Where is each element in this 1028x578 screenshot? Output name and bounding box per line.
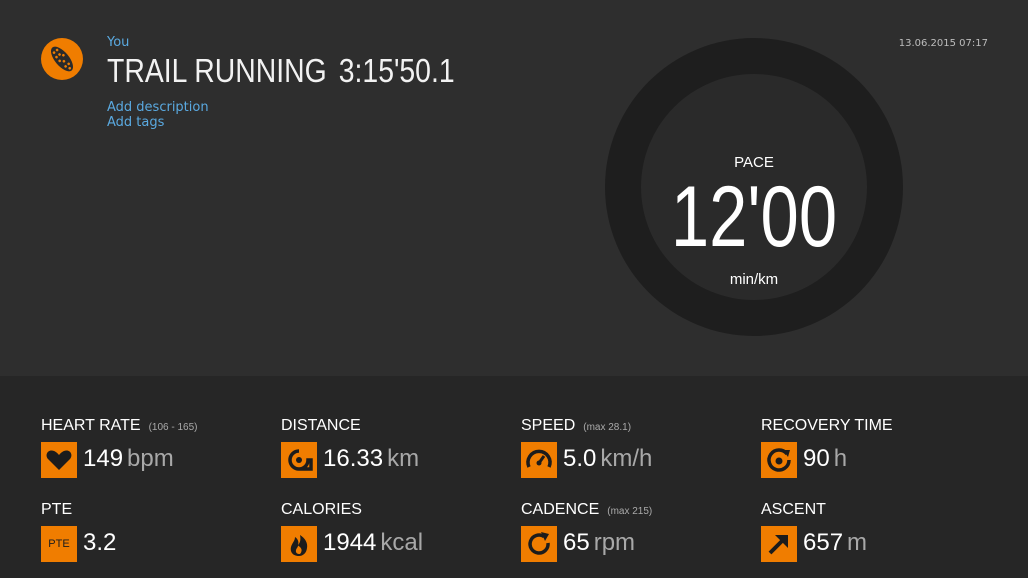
stat-calories: CALORIES 1944 kcal (281, 501, 501, 578)
speed-label: SPEED (521, 417, 576, 434)
stat-ascent: ASCENT 657 m (761, 501, 981, 578)
stat-value: 5.0 km/h (563, 445, 652, 473)
pace-ring: PACE 12'00 min/km (605, 38, 903, 336)
stat-label: HEART RATE (106 - 165) (41, 417, 198, 435)
cadence-unit: rpm (593, 529, 636, 556)
recovery-label: RECOVERY TIME (761, 417, 893, 434)
stat-label: DISTANCE (281, 417, 361, 435)
stat-label: RECOVERY TIME (761, 417, 893, 435)
cycle-arrow-icon (521, 526, 557, 562)
pte-icon: PTE (41, 526, 77, 562)
stat-label: SPEED (max 28.1) (521, 417, 631, 435)
stat-speed: SPEED (max 28.1) 5.0 km/h (521, 417, 741, 497)
speed-max: (max 28.1) (583, 422, 632, 433)
activity-title: TRAIL RUNNING 3:15'50.1 (107, 52, 467, 90)
flame-icon (281, 526, 317, 562)
pte-value: 3.2 (83, 529, 117, 556)
stat-value: 16.33 km (323, 445, 419, 473)
stats-panel: HEART RATE (106 - 165) 149 bpm DISTANCE 16… (0, 376, 1028, 578)
stat-recovery-time: RECOVERY TIME 90 h (761, 417, 981, 497)
recovery-value: 90 (803, 445, 830, 472)
sport-name: TRAIL RUNNING (107, 52, 327, 89)
stat-value: 657 m (803, 529, 867, 557)
stat-cadence: CADENCE (max 215) 65 rpm (521, 501, 741, 578)
stat-label: ASCENT (761, 501, 826, 519)
stat-label: CADENCE (max 215) (521, 501, 652, 519)
speedometer-icon (521, 442, 557, 478)
pte-icon-text: PTE (48, 538, 70, 550)
calories-value: 1944 (323, 529, 377, 556)
pace-ring-inner: PACE 12'00 min/km (641, 74, 867, 300)
activity-date: 13.06.2015 07:17 (898, 38, 988, 49)
stat-value: 3.2 (83, 529, 116, 557)
activity-duration: 3:15'50.1 (338, 52, 455, 89)
add-description-link[interactable]: Add description (107, 100, 209, 115)
activity-summary: You TRAIL RUNNING 3:15'50.1 Add descripti… (0, 0, 1028, 578)
calories-unit: kcal (380, 529, 424, 556)
ascent-label: ASCENT (761, 501, 826, 518)
distance-value: 16.33 (323, 445, 384, 472)
heart-rate-value: 149 (83, 445, 124, 472)
distance-label: DISTANCE (281, 417, 361, 434)
stat-value: 149 bpm (83, 445, 174, 473)
add-tags-link[interactable]: Add tags (107, 115, 164, 130)
user-name[interactable]: You (107, 35, 129, 50)
cadence-label: CADENCE (521, 501, 600, 518)
distance-unit: km (387, 445, 420, 472)
cadence-max: (max 215) (607, 506, 653, 517)
heart-rate-range: (106 - 165) (148, 422, 198, 433)
pace-unit: min/km (729, 271, 779, 288)
stat-pte: PTE PTE 3.2 (41, 501, 261, 578)
ascent-unit: m (847, 529, 868, 556)
stat-value: 90 h (803, 445, 847, 473)
pte-label: PTE (41, 501, 73, 518)
pace-value: 12'00 (670, 169, 838, 265)
arrow-up-right-icon (761, 526, 797, 562)
heart-icon (41, 442, 77, 478)
cadence-value: 65 (563, 529, 590, 556)
recovery-icon (761, 442, 797, 478)
calories-label: CALORIES (281, 501, 362, 518)
stat-value: 65 rpm (563, 529, 635, 557)
stat-label: PTE (41, 501, 72, 519)
heart-rate-label: HEART RATE (41, 417, 141, 434)
activity-header: You TRAIL RUNNING 3:15'50.1 Add descripti… (0, 0, 1028, 376)
speed-unit: km/h (600, 445, 653, 472)
stat-heart-rate: HEART RATE (106 - 165) 149 bpm (41, 417, 261, 497)
shoe-sole-icon (41, 38, 83, 80)
measuring-tape-icon (281, 442, 317, 478)
stat-label: CALORIES (281, 501, 362, 519)
stat-distance: DISTANCE 16.33 km (281, 417, 501, 497)
speed-value: 5.0 (563, 445, 597, 472)
recovery-unit: h (833, 445, 848, 472)
ascent-value: 657 (803, 529, 844, 556)
stat-value: 1944 kcal (323, 529, 423, 557)
heart-rate-unit: bpm (127, 445, 174, 472)
